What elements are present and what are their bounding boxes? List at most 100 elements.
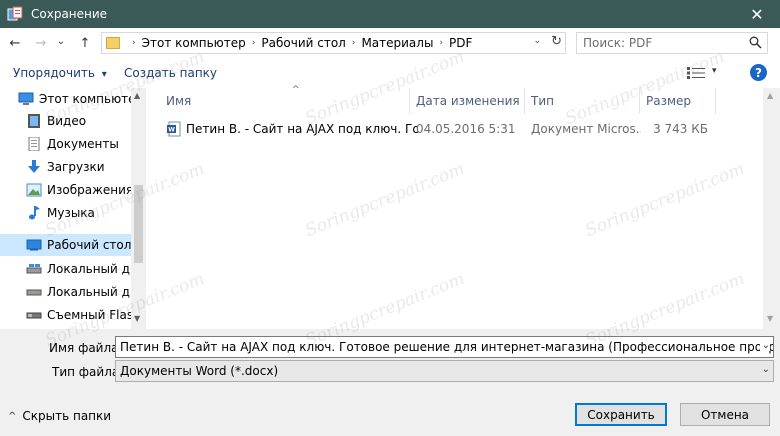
file-size: 3 743 КБ [653, 122, 708, 136]
address-dropdown-icon[interactable]: ⌄ [533, 36, 541, 46]
table-row[interactable]: W Петин В. - Сайт на AJAX под ключ. Гот.… [164, 118, 720, 140]
address-bar[interactable]: › Этот компьютер › Рабочий стол › Материал… [101, 32, 566, 54]
sidebar-item-label: Этот компьютер [39, 92, 131, 106]
drive-icon [26, 289, 42, 296]
up-button[interactable]: ↑ [74, 32, 96, 54]
view-options-icon[interactable] [687, 67, 705, 79]
desktop-icon [26, 239, 42, 251]
column-header-name[interactable]: Имя ^ [160, 85, 410, 114]
drive-icon [26, 264, 42, 274]
forward-button[interactable]: → [30, 32, 52, 54]
sidebar-item-music[interactable]: Музыка [0, 202, 131, 224]
column-header-size[interactable]: Размер [640, 88, 716, 114]
recent-locations-button[interactable]: ⌄ [54, 30, 68, 52]
back-arrow-icon: ← [9, 35, 21, 51]
view-dropdown-icon[interactable]: ▾ [712, 66, 717, 76]
column-header-date[interactable]: Дата изменения [410, 88, 525, 114]
back-button[interactable]: ← [4, 32, 26, 54]
refresh-icon[interactable]: ↻ [551, 34, 562, 49]
documents-icon [28, 137, 40, 151]
chevron-down-icon[interactable]: ⌄ [759, 340, 770, 351]
sidebar-item-local-disk-2[interactable]: Локальный дис [0, 281, 131, 303]
svg-text:W: W [168, 127, 175, 134]
filetype-select[interactable]: Документы Word (*.docx) ⌄ [115, 360, 774, 382]
file-date: 04.05.2016 5:31 [416, 122, 516, 136]
sidebar-item-local-disk-1[interactable]: Локальный дис [0, 258, 131, 280]
scroll-up-icon[interactable]: ▲ [134, 91, 140, 100]
scroll-up-icon[interactable]: ▲ [767, 91, 773, 100]
new-folder-button[interactable]: Создать папку [124, 66, 217, 80]
filename-value: Петин В. - Сайт на AJAX под ключ. Готово… [120, 340, 773, 354]
filename-input[interactable]: Петин В. - Сайт на AJAX под ключ. Готово… [115, 336, 774, 358]
hide-folders-button[interactable]: ^ Скрыть папки [8, 409, 111, 423]
sidebar-item-documents[interactable]: Документы [0, 133, 131, 155]
organize-label: Упорядочить [13, 66, 95, 80]
hide-folders-label: Скрыть папки [22, 409, 112, 423]
sort-ascending-icon: ^ [292, 85, 300, 95]
close-button[interactable]: ✕ [734, 0, 780, 28]
file-list-scrollbar[interactable]: ▲ ▼ [763, 88, 780, 329]
sidebar-scrollbar[interactable]: ▲ ▼ [131, 88, 146, 329]
breadcrumb-separator[interactable]: › [126, 38, 142, 48]
music-icon [29, 206, 40, 220]
breadcrumb-materials[interactable]: Материалы › [361, 36, 449, 50]
organize-menu[interactable]: Упорядочить ▾ [13, 66, 107, 80]
cancel-button[interactable]: Отмена [680, 403, 770, 426]
up-arrow-icon: ↑ [79, 35, 91, 51]
file-type: Документ Micros... [531, 122, 641, 136]
chevron-down-icon: ▾ [101, 69, 107, 80]
sidebar-item-label: Загрузки [47, 160, 105, 174]
filetype-value: Документы Word (*.docx) [120, 364, 279, 378]
sidebar-item-pictures[interactable]: Изображения [0, 179, 131, 201]
sidebar-item-label: Съемный Flash- [47, 308, 131, 322]
navigation-bar: ← → ⌄ ↑ › Этот компьютер › Рабочий стол › … [0, 28, 780, 58]
chevron-down-icon: ⌄ [761, 364, 770, 375]
file-name: Петин В. - Сайт на AJAX под ключ. Гот... [186, 122, 418, 136]
sidebar-item-label: Видео [47, 114, 87, 128]
file-list: Имя ^ Дата изменения Тип Размер W Петин … [146, 85, 780, 329]
filetype-label: Тип файла: [52, 365, 124, 379]
folder-icon [106, 37, 120, 49]
breadcrumb-desktop[interactable]: Рабочий стол › [261, 36, 361, 50]
sidebar-item-label: Рабочий стол [47, 238, 131, 252]
search-placeholder: Поиск: PDF [583, 36, 653, 50]
forward-arrow-icon: → [35, 35, 47, 51]
sidebar-item-label: Локальный дис [47, 262, 131, 276]
sidebar-item-video[interactable]: Видео [0, 110, 131, 132]
pictures-icon [26, 183, 42, 197]
scrollbar-thumb[interactable] [134, 185, 143, 263]
sidebar-item-label: Изображения [47, 183, 131, 197]
video-icon [28, 114, 40, 128]
column-label: Имя [166, 94, 192, 108]
search-input[interactable]: Поиск: PDF [576, 32, 768, 54]
downloads-icon [28, 160, 40, 173]
navigation-pane: Этот компьютер Видео Документы Загрузки … [0, 88, 146, 329]
help-button[interactable]: ? [750, 64, 767, 81]
chevron-up-icon: ^ [8, 410, 17, 422]
sidebar-item-desktop[interactable]: Рабочий стол [0, 234, 131, 256]
chevron-down-icon: ⌄ [56, 35, 66, 47]
command-toolbar: Упорядочить ▾ Создать папку ▾ ? [0, 58, 780, 88]
filename-label: Имя файла: [49, 341, 123, 355]
sidebar-item-usb-flash[interactable]: Съемный Flash- [0, 304, 131, 326]
breadcrumb-this-pc[interactable]: Этот компьютер › [142, 36, 262, 50]
sidebar-item-downloads[interactable]: Загрузки [0, 156, 131, 178]
computer-icon [18, 92, 34, 105]
scroll-down-icon[interactable]: ▼ [767, 314, 773, 323]
save-button[interactable]: Сохранить [575, 403, 667, 426]
column-header-type[interactable]: Тип [525, 88, 640, 114]
window-title: Сохранение [31, 7, 108, 21]
search-icon[interactable] [749, 36, 762, 49]
sidebar-item-label: Документы [47, 137, 119, 151]
title-bar: Сохранение ✕ [0, 0, 780, 28]
sidebar-item-label: Локальный дис [47, 285, 131, 299]
word-document-icon: W [167, 121, 181, 137]
close-icon: ✕ [750, 4, 764, 24]
save-dialog-icon [7, 6, 23, 22]
sidebar-item-label: Музыка [47, 206, 95, 220]
usb-drive-icon [26, 312, 42, 319]
sidebar-item-this-pc[interactable]: Этот компьютер [0, 88, 131, 110]
content-area: Этот компьютер Видео Документы Загрузки … [0, 85, 780, 329]
breadcrumb-pdf[interactable]: PDF [449, 36, 472, 50]
scroll-down-icon[interactable]: ▼ [134, 314, 140, 323]
